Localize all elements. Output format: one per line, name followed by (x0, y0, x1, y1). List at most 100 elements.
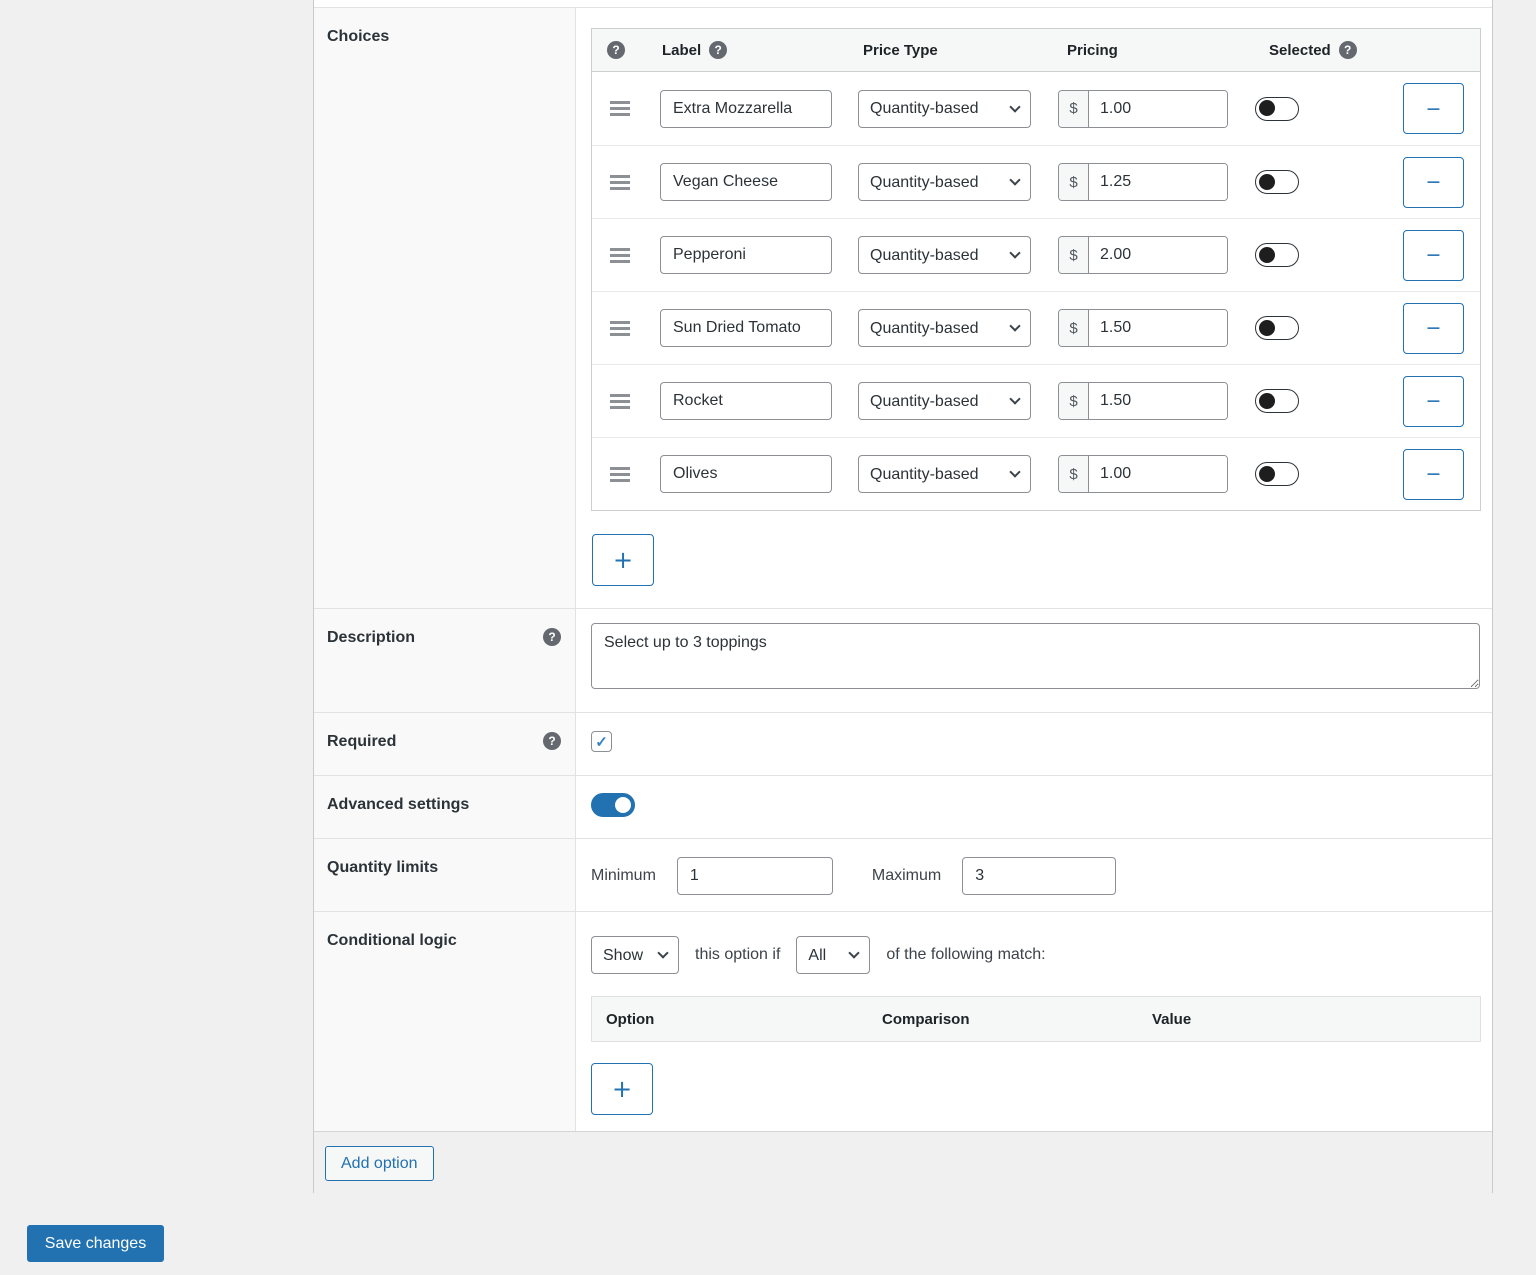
choice-label-input[interactable] (660, 455, 832, 493)
choices-table-header: ? Label? Price Type Pricing Selected? (592, 29, 1480, 72)
toggle-knob (1259, 320, 1275, 336)
previous-row-edge (314, 0, 1492, 8)
required-help-icon[interactable]: ? (543, 732, 561, 750)
required-label-cell: Required ? (314, 713, 576, 775)
drag-handle-icon[interactable] (610, 321, 630, 336)
condition-action-select[interactable]: Show (591, 936, 679, 974)
currency-symbol: $ (1059, 383, 1089, 419)
choice-label-input[interactable] (660, 163, 832, 201)
drag-handle-icon[interactable] (610, 101, 630, 116)
price-type-column-header: Price Type (863, 42, 938, 59)
price-type-select[interactable]: Quantity-based (858, 236, 1031, 274)
choices-label-cell: Choices (314, 8, 576, 608)
choice-label-input[interactable] (660, 236, 832, 274)
quantity-limits-label-cell: Quantity limits (314, 839, 576, 911)
quantity-limits-label: Quantity limits (327, 858, 438, 878)
description-help-icon[interactable]: ? (543, 628, 561, 646)
toggle-knob (1259, 174, 1275, 190)
currency-symbol: $ (1059, 164, 1089, 200)
value-column-header: Value (1138, 1011, 1480, 1028)
remove-choice-button[interactable]: − (1403, 230, 1464, 281)
price-type-select[interactable]: Quantity-based (858, 382, 1031, 420)
toggle-knob (1259, 100, 1275, 116)
checkmark-icon: ✓ (595, 733, 608, 751)
remove-choice-button[interactable]: − (1403, 157, 1464, 208)
choice-row: Quantity-based $ − (592, 291, 1480, 364)
toggle-knob (1259, 466, 1275, 482)
selected-toggle[interactable] (1255, 170, 1299, 194)
price-type-select[interactable]: Quantity-based (858, 163, 1031, 201)
currency-symbol: $ (1059, 237, 1089, 273)
selected-toggle[interactable] (1255, 462, 1299, 486)
drag-handle-icon[interactable] (610, 394, 630, 409)
selected-toggle[interactable] (1255, 389, 1299, 413)
condition-match-select[interactable]: All (796, 936, 870, 974)
selected-toggle[interactable] (1255, 243, 1299, 267)
choice-row: Quantity-based $ − (592, 218, 1480, 291)
choice-label-input[interactable] (660, 382, 832, 420)
remove-choice-button[interactable]: − (1403, 303, 1464, 354)
price-input[interactable] (1089, 456, 1227, 492)
choice-row: Quantity-based $ − (592, 364, 1480, 437)
price-type-select[interactable]: Quantity-based (858, 455, 1031, 493)
description-label-cell: Description ? (314, 609, 576, 712)
price-input[interactable] (1089, 383, 1227, 419)
maximum-input[interactable] (962, 857, 1116, 895)
price-type-select[interactable]: Quantity-based (858, 90, 1031, 128)
save-changes-button[interactable]: Save changes (27, 1225, 164, 1262)
add-rule-button[interactable]: + (591, 1063, 653, 1115)
advanced-settings-label-cell: Advanced settings (314, 776, 576, 838)
option-column-header: Option (592, 1011, 868, 1028)
panel-footer: Add option (314, 1131, 1492, 1193)
price-input[interactable] (1089, 164, 1227, 200)
choice-label-input[interactable] (660, 309, 832, 347)
price-type-select[interactable]: Quantity-based (858, 309, 1031, 347)
choice-label-input[interactable] (660, 90, 832, 128)
toggle-knob (615, 797, 631, 813)
choices-section: Choices ? Label? Price Type Pricing Sele… (314, 8, 1492, 608)
drag-help-icon[interactable]: ? (607, 41, 625, 59)
add-choice-button[interactable]: + (592, 534, 654, 586)
maximum-label: Maximum (872, 867, 941, 885)
minimum-input[interactable] (677, 857, 833, 895)
add-option-button[interactable]: Add option (325, 1146, 434, 1181)
condition-end-text: of the following match: (886, 946, 1045, 964)
required-label: Required (327, 732, 396, 752)
currency-symbol: $ (1059, 91, 1089, 127)
conditional-logic-section: Conditional logic Show this option if Al… (314, 911, 1492, 1131)
drag-handle-icon[interactable] (610, 248, 630, 263)
drag-handle-icon[interactable] (610, 175, 630, 190)
selected-toggle[interactable] (1255, 316, 1299, 340)
choice-row: Quantity-based $ − (592, 72, 1480, 145)
label-column-header: Label (662, 42, 701, 59)
quantity-limits-section: Quantity limits Minimum Maximum (314, 838, 1492, 911)
toggle-knob (1259, 393, 1275, 409)
required-section: Required ? ✓ (314, 712, 1492, 775)
selected-help-icon[interactable]: ? (1339, 41, 1357, 59)
remove-choice-button[interactable]: − (1403, 449, 1464, 500)
currency-symbol: $ (1059, 456, 1089, 492)
choices-table: ? Label? Price Type Pricing Selected? Qu… (591, 28, 1481, 511)
choices-label: Choices (327, 27, 389, 47)
drag-handle-icon[interactable] (610, 467, 630, 482)
pricing-column-header: Pricing (1067, 42, 1118, 59)
selected-column-header: Selected (1269, 42, 1331, 59)
price-input[interactable] (1089, 237, 1227, 273)
advanced-settings-label: Advanced settings (327, 795, 469, 815)
conditional-rules-header: Option Comparison Value (592, 997, 1480, 1041)
price-input[interactable] (1089, 91, 1227, 127)
option-settings-panel: Choices ? Label? Price Type Pricing Sele… (313, 0, 1493, 1193)
remove-choice-button[interactable]: − (1403, 83, 1464, 134)
description-label: Description (327, 628, 415, 648)
minimum-label: Minimum (591, 867, 656, 885)
label-help-icon[interactable]: ? (709, 41, 727, 59)
comparison-column-header: Comparison (868, 1011, 1138, 1028)
selected-toggle[interactable] (1255, 97, 1299, 121)
advanced-settings-toggle[interactable] (591, 793, 635, 817)
description-textarea[interactable]: Select up to 3 toppings (591, 623, 1480, 689)
price-input[interactable] (1089, 310, 1227, 346)
advanced-settings-section: Advanced settings (314, 775, 1492, 838)
conditional-rules-table: Option Comparison Value (591, 996, 1481, 1042)
required-checkbox[interactable]: ✓ (591, 731, 612, 752)
remove-choice-button[interactable]: − (1403, 376, 1464, 427)
